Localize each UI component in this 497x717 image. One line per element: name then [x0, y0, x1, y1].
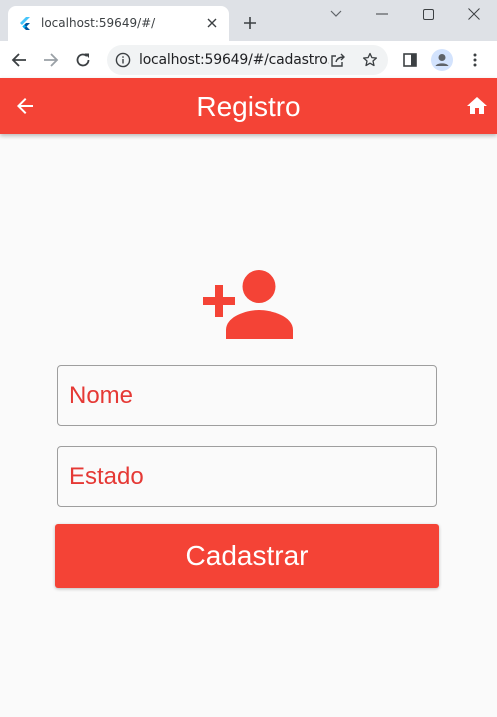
register-button[interactable]: Cadastrar — [55, 524, 439, 588]
tab-strip: localhost:59649/#/ — [0, 0, 497, 41]
reload-icon[interactable] — [70, 47, 96, 73]
bookmark-star-icon[interactable] — [361, 51, 379, 69]
maximize-icon[interactable] — [405, 0, 451, 28]
side-panel-icon[interactable] — [397, 47, 423, 73]
name-input[interactable] — [57, 365, 437, 426]
tab-title: localhost:59649/#/ — [41, 16, 156, 30]
url-text: localhost:59649/#/cadastro... — [139, 52, 329, 68]
app-bar: Registro — [0, 78, 497, 134]
site-info-icon[interactable] — [115, 52, 131, 68]
new-tab-icon[interactable] — [238, 11, 262, 35]
profile-avatar-icon[interactable] — [429, 47, 455, 73]
back-icon[interactable] — [6, 47, 32, 73]
browser-tab[interactable]: localhost:59649/#/ — [8, 6, 229, 41]
state-input[interactable] — [57, 446, 437, 507]
page-title: Registro — [196, 91, 301, 122]
browser-toolbar: localhost:59649/#/cadastro... — [0, 41, 497, 78]
flutter-favicon-icon — [20, 17, 30, 30]
chevron-down-icon[interactable] — [313, 0, 359, 28]
share-icon[interactable] — [329, 51, 347, 69]
forward-icon[interactable] — [38, 47, 64, 73]
address-bar[interactable]: localhost:59649/#/cadastro... — [107, 45, 388, 75]
minimize-icon[interactable] — [359, 0, 405, 28]
close-window-icon[interactable] — [451, 0, 497, 28]
browser-window: localhost:59649/#/ localhost:59649/#/cad… — [0, 0, 497, 717]
home-icon[interactable] — [465, 94, 489, 118]
person-add-icon — [203, 270, 293, 339]
close-tab-icon[interactable] — [204, 15, 220, 31]
more-menu-icon[interactable] — [462, 47, 488, 73]
